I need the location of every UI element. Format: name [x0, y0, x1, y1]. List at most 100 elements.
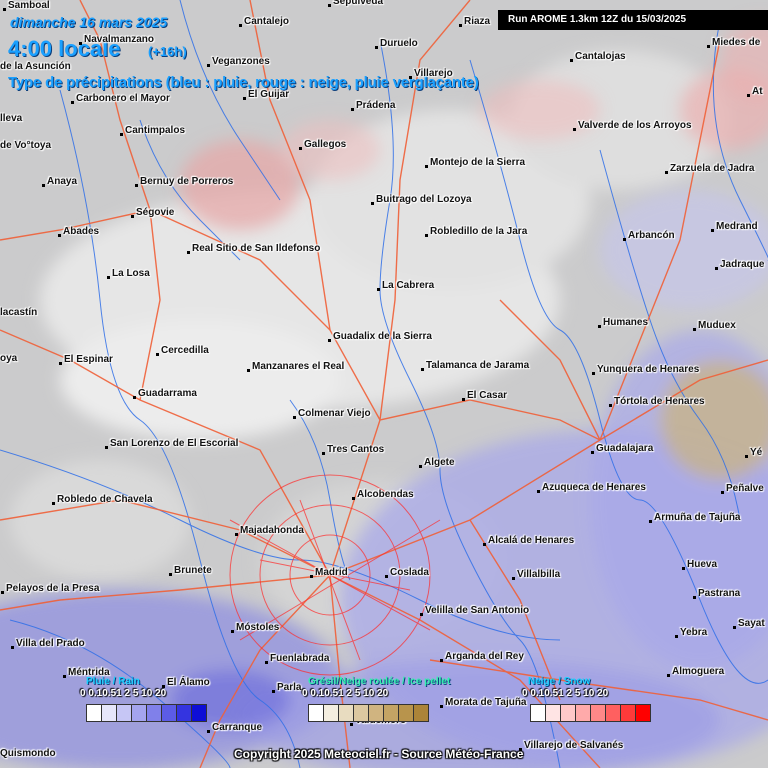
- city-label: Anaya: [47, 176, 78, 187]
- legend-snow-title: Neige / Snow: [528, 676, 591, 687]
- city-label: Fuenlabrada: [270, 653, 330, 664]
- city-marker: [310, 575, 313, 578]
- city-label: Carranque: [212, 722, 263, 733]
- legend-swatch: [620, 704, 636, 722]
- city-marker: [483, 543, 486, 546]
- city-marker: [328, 339, 331, 342]
- city-marker: [721, 491, 724, 494]
- city-marker: [187, 251, 190, 254]
- city-marker: [459, 24, 462, 27]
- city-label: Medrand: [716, 221, 758, 232]
- city-label: Cercedilla: [161, 345, 209, 356]
- city-marker: [352, 497, 355, 500]
- city-label: Sayat: [738, 618, 765, 629]
- city-marker: [243, 97, 246, 100]
- city-label: Armuña de Tajuña: [654, 512, 741, 523]
- city-marker: [1, 591, 4, 594]
- legend-snow-swatches: [530, 704, 651, 722]
- city-marker: [293, 416, 296, 419]
- city-marker: [667, 674, 670, 677]
- city-marker: [591, 451, 594, 454]
- city-label: Bernuy de Porreros: [140, 176, 234, 187]
- city-marker: [239, 24, 242, 27]
- legend-swatch: [398, 704, 414, 722]
- city-marker: [120, 133, 123, 136]
- city-marker: [79, 42, 82, 45]
- city-marker: [573, 128, 576, 131]
- city-label: La Losa: [112, 268, 150, 279]
- city-marker: [623, 238, 626, 241]
- city-label: Ségovie: [136, 207, 175, 218]
- city-marker: [440, 659, 443, 662]
- terrain-map: [0, 0, 768, 768]
- city-label: Yebra: [680, 627, 708, 638]
- city-marker: [350, 723, 353, 726]
- city-marker: [169, 573, 172, 576]
- city-marker: [52, 502, 55, 505]
- city-marker: [156, 353, 159, 356]
- legend-swatch: [191, 704, 207, 722]
- city-marker: [11, 646, 14, 649]
- legend-graupel-title: Grésil/Neige roulée / Ice pellet: [308, 676, 451, 687]
- city-marker: [421, 368, 424, 371]
- city-label: Samboal: [8, 0, 50, 11]
- city-marker: [693, 328, 696, 331]
- city-label: Parla: [277, 682, 302, 693]
- legend-graupel-swatches: [308, 704, 429, 722]
- city-label: Velilla de San Antonio: [425, 605, 530, 616]
- city-marker: [711, 229, 714, 232]
- city-marker: [299, 147, 302, 150]
- city-label: Veganzones: [212, 56, 270, 67]
- city-label: La Cabrera: [382, 280, 435, 291]
- city-marker: [42, 184, 45, 187]
- city-marker: [570, 59, 573, 62]
- city-label: Humanes: [603, 317, 649, 328]
- forecast-date: dimanche 16 mars 2025: [10, 14, 168, 30]
- legend-snow-ticks: 0 0.10.51 2 5 10 20: [522, 688, 609, 699]
- city-marker: [377, 288, 380, 291]
- city-label: Almoguera: [672, 666, 725, 677]
- city-label: Móstoles: [236, 622, 280, 633]
- city-label: Talamanca de Jarama: [426, 360, 530, 371]
- city-marker: [58, 234, 61, 237]
- city-marker: [351, 108, 354, 111]
- city-label: Gallegos: [304, 139, 347, 150]
- legend-swatch: [590, 704, 606, 722]
- legend-rain-ticks: 0 0.10.51 2 5 10 20: [80, 688, 167, 699]
- city-marker: [409, 76, 412, 79]
- city-label: Zarzuela de Jadra: [670, 163, 755, 174]
- city-marker: [385, 575, 388, 578]
- city-label: Guadalajara: [596, 443, 654, 454]
- legend-swatch: [383, 704, 399, 722]
- legend-rain-swatches: [86, 704, 207, 722]
- legend-swatch: [605, 704, 621, 722]
- city-marker: [649, 520, 652, 523]
- city-marker: [375, 46, 378, 49]
- city-marker: [462, 398, 465, 401]
- city-marker: [715, 267, 718, 270]
- city-marker: [609, 404, 612, 407]
- city-marker: [235, 533, 238, 536]
- city-marker: [512, 577, 515, 580]
- city-label: de Vo°toya: [0, 140, 52, 151]
- copyright-text: Copyright 2025 Meteociel.fr - Source Mét…: [234, 747, 524, 761]
- city-label: Riaza: [464, 16, 491, 27]
- legend-swatch: [413, 704, 429, 722]
- city-label: Yunquera de Henares: [597, 364, 700, 375]
- city-label: Brunete: [174, 565, 212, 576]
- city-label: Sepúlveda: [333, 0, 384, 7]
- legend-swatch: [560, 704, 576, 722]
- legend-swatch: [530, 704, 546, 722]
- legend-swatch: [86, 704, 102, 722]
- city-label: Muduex: [698, 320, 736, 331]
- city-label: Cantalejo: [244, 16, 290, 27]
- legend-swatch: [575, 704, 591, 722]
- legend-swatch: [101, 704, 117, 722]
- city-label: Arganda del Rey: [445, 651, 524, 662]
- city-label: Tres Cantos: [327, 444, 385, 455]
- city-label: Pelayos de la Presa: [6, 583, 100, 594]
- model-run-label: Run AROME 1.3km 12Z du 15/03/2025: [498, 10, 768, 30]
- city-label: At: [752, 86, 763, 97]
- city-label: Valverde de los Arroyos: [578, 120, 692, 131]
- city-label: Peñalve: [726, 483, 764, 494]
